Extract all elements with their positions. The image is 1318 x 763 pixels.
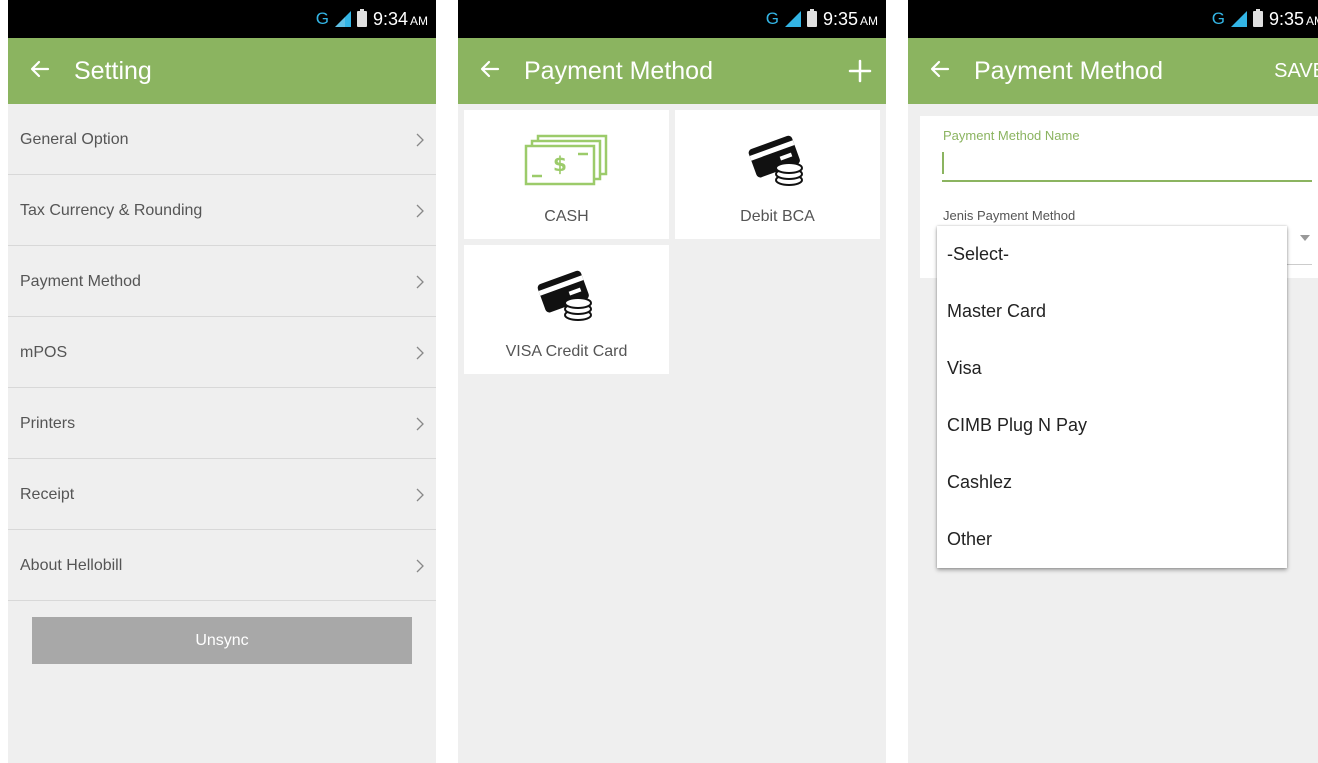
menu-item-payment-method[interactable]: Payment Method	[8, 246, 436, 317]
text-cursor	[942, 152, 944, 174]
jenis-payment-method-label: Jenis Payment Method	[943, 208, 1076, 223]
menu-item-about-hellobill[interactable]: About Hellobill	[8, 530, 436, 601]
signal-icon	[1230, 11, 1247, 27]
menu-item-printers[interactable]: Printers	[8, 388, 436, 459]
dropdown-option-cimb-plug-n-pay[interactable]: CIMB Plug N Pay	[937, 397, 1287, 454]
setting-screen: G 9:34 AM Setting General Option Tax Curr…	[8, 0, 436, 763]
svg-text:$: $	[553, 152, 567, 176]
signal-icon	[334, 11, 351, 27]
chevron-right-icon	[416, 488, 424, 502]
status-bar: G 9:35AM	[458, 0, 886, 38]
dropdown-option-other[interactable]: Other	[937, 511, 1287, 568]
app-bar: Payment Method	[458, 38, 886, 104]
payment-method-label: VISA Credit Card	[505, 343, 628, 360]
chevron-right-icon	[416, 417, 424, 431]
battery-icon	[806, 9, 817, 27]
card-coins-icon	[537, 270, 592, 321]
payment-method-name-input[interactable]	[942, 152, 1312, 182]
status-ampm: AM	[410, 13, 428, 28]
card-coins-icon	[748, 135, 803, 186]
menu-item-label: Printers	[20, 415, 76, 432]
signal-icon	[784, 11, 801, 27]
chevron-right-icon	[416, 275, 424, 289]
payment-method-label: CASH	[544, 208, 589, 225]
chevron-right-icon	[416, 204, 424, 218]
status-bar: G 9:35AM	[908, 0, 1318, 38]
network-type: G	[765, 9, 779, 28]
unsync-button[interactable]: Unsync	[32, 617, 412, 664]
network-type: G	[1211, 9, 1225, 28]
status-time: 9:34	[372, 8, 408, 29]
page-title: Setting	[74, 57, 152, 85]
chevron-right-icon	[416, 559, 424, 573]
jenis-payment-method-dropdown: -Select- Master Card Visa CIMB Plug N Pa…	[937, 226, 1287, 568]
back-arrow-icon[interactable]	[28, 57, 52, 81]
menu-item-label: mPOS	[20, 344, 68, 361]
back-arrow-icon[interactable]	[478, 57, 502, 81]
menu-item-tax-currency-rounding[interactable]: Tax Currency & Rounding	[8, 175, 436, 246]
payment-method-card-cash[interactable]: $ CASH	[464, 110, 669, 239]
back-arrow-icon[interactable]	[928, 57, 952, 81]
menu-item-mpos[interactable]: mPOS	[8, 317, 436, 388]
chevron-right-icon	[416, 346, 424, 360]
payment-method-name-label: Payment Method Name	[943, 128, 1080, 143]
cash-icon: $	[524, 134, 607, 186]
dropdown-option-visa[interactable]: Visa	[937, 340, 1287, 397]
app-bar: Payment Method SAVE	[908, 38, 1318, 104]
save-button[interactable]: SAVE	[1274, 38, 1318, 104]
status-ampm: AM	[860, 13, 878, 28]
dropdown-option-select[interactable]: -Select-	[937, 226, 1287, 283]
payment-method-card-visa-credit-card[interactable]: VISA Credit Card	[464, 245, 669, 374]
status-bar: G 9:34 AM	[8, 0, 436, 38]
add-payment-method-screen: G 9:35AM Payment Method SAVE Payment Met…	[908, 0, 1318, 763]
dropdown-option-master-card[interactable]: Master Card	[937, 283, 1287, 340]
menu-item-label: Receipt	[20, 486, 75, 503]
chevron-right-icon	[416, 133, 424, 147]
menu-item-label: Tax Currency & Rounding	[20, 202, 203, 219]
menu-item-label: About Hellobill	[20, 557, 123, 574]
battery-icon	[1252, 9, 1263, 27]
menu-item-receipt[interactable]: Receipt	[8, 459, 436, 530]
dropdown-option-cashlez[interactable]: Cashlez	[937, 454, 1287, 511]
app-bar: Setting	[8, 38, 436, 104]
network-type: G	[315, 9, 329, 28]
status-time: 9:35	[822, 8, 858, 29]
settings-menu: General Option Tax Currency & Rounding P…	[8, 104, 436, 601]
status-time: 9:35	[1268, 8, 1304, 29]
battery-icon	[356, 9, 367, 27]
menu-item-general-option[interactable]: General Option	[8, 104, 436, 175]
payment-method-list-screen: G 9:35 AM Payment Method $ CASH Debit BC…	[458, 0, 886, 763]
add-icon[interactable]	[848, 59, 872, 83]
status-ampm: AM	[1306, 13, 1318, 28]
page-title: Payment Method	[524, 57, 713, 85]
payment-method-card-debit-bca[interactable]: Debit BCA	[675, 110, 880, 239]
payment-method-label: Debit BCA	[740, 208, 815, 225]
menu-item-label: General Option	[20, 131, 129, 148]
menu-item-label: Payment Method	[20, 273, 141, 290]
dropdown-arrow-icon[interactable]	[1300, 235, 1310, 241]
page-title: Payment Method	[974, 57, 1163, 85]
